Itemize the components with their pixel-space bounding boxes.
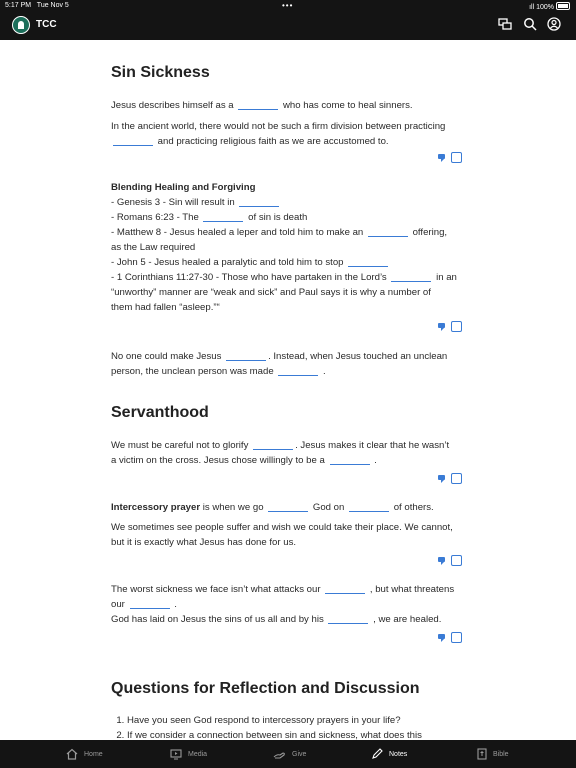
tab-bible[interactable]: Bible [477, 746, 509, 762]
checkbox-icon[interactable] [451, 473, 462, 484]
status-date: Tue Nov 5 [36, 2, 69, 9]
multitask-dots-icon[interactable]: ••• [282, 1, 293, 10]
tab-give[interactable]: Give [273, 746, 306, 762]
tab-bar: Home Media Give Notes Bible [0, 740, 576, 768]
note-actions [438, 632, 464, 646]
fill-blank[interactable] [391, 271, 432, 282]
section-title-questions: Questions for Reflection and Discussion [111, 680, 420, 697]
search-icon[interactable] [523, 17, 537, 31]
battery-percent: 100% [536, 4, 554, 11]
wifi-icon: ıll [529, 4, 535, 11]
home-icon [66, 748, 78, 760]
paragraph: Intercessory prayer is when we go God on… [111, 501, 434, 513]
comment-icon[interactable] [438, 154, 445, 162]
fill-blank[interactable] [268, 501, 309, 512]
bible-icon [477, 748, 487, 760]
status-time: 5:17 PM [5, 2, 32, 9]
comment-icon[interactable] [438, 634, 445, 642]
tab-notes[interactable]: Notes [371, 746, 407, 762]
paragraph: Jesus describes himself as a who has com… [111, 99, 413, 111]
fill-blank[interactable] [349, 501, 390, 512]
section-title-servanthood: Servanthood [111, 404, 209, 421]
note-actions [438, 555, 464, 569]
note-actions [438, 321, 464, 335]
status-bar: 5:17 PM Tue Nov 5 ••• ıll 100% [0, 0, 576, 12]
media-icon [170, 749, 182, 760]
tab-label: Notes [389, 750, 408, 758]
note-actions [438, 152, 464, 166]
list-item: If we consider a connection between sin … [127, 728, 467, 740]
scripture-list: - Genesis 3 - Sin will result in - Roman… [111, 196, 457, 313]
fill-blank[interactable] [348, 256, 389, 267]
paragraph: In the ancient world, there would not be… [111, 121, 446, 147]
app-title: TCC [36, 19, 57, 30]
chat-icon[interactable] [498, 17, 512, 31]
fill-blank[interactable] [328, 613, 369, 624]
tab-media[interactable]: Media [170, 746, 207, 762]
section-title-sin-sickness: Sin Sickness [111, 64, 210, 81]
church-logo[interactable] [12, 16, 30, 34]
tab-label: Media [188, 750, 208, 758]
checkbox-icon[interactable] [451, 321, 462, 332]
tab-home[interactable]: Home [66, 746, 103, 762]
fill-blank[interactable] [238, 99, 279, 110]
comment-icon[interactable] [438, 557, 445, 565]
fill-blank[interactable] [113, 135, 153, 146]
fill-blank[interactable] [325, 583, 366, 594]
notes-icon [372, 748, 383, 759]
comment-icon[interactable] [438, 323, 445, 331]
fill-blank[interactable] [239, 196, 280, 207]
fill-blank[interactable] [203, 211, 244, 222]
give-icon [273, 752, 285, 759]
paragraph: No one could make Jesus . Instead, when … [111, 350, 448, 377]
paragraph: We must be careful not to glorify . Jesu… [111, 439, 450, 466]
fill-blank[interactable] [129, 598, 170, 609]
note-actions [438, 473, 464, 487]
checkbox-icon[interactable] [451, 555, 462, 566]
fill-blank[interactable] [226, 350, 267, 361]
app-header: 5:17 PM Tue Nov 5 ••• ıll 100% TCC [0, 0, 576, 40]
fill-blank[interactable] [253, 439, 294, 450]
paragraph: The worst sickness we face isn’t what at… [111, 583, 455, 625]
list-item: Have you seen God respond to intercessor… [127, 713, 467, 728]
checkbox-icon[interactable] [451, 152, 462, 163]
fill-blank[interactable] [367, 226, 408, 237]
comment-icon[interactable] [438, 475, 445, 483]
tab-label: Give [292, 750, 307, 758]
battery-icon [556, 2, 570, 10]
notes-content[interactable]: Sin Sickness Jesus describes himself as … [0, 40, 576, 740]
fill-blank[interactable] [278, 365, 319, 376]
paragraph: We sometimes see people suffer and wish … [111, 522, 453, 548]
checkbox-icon[interactable] [451, 632, 462, 643]
profile-icon[interactable] [547, 17, 561, 31]
subheading: Blending Healing and Forgiving [111, 182, 256, 193]
fill-blank[interactable] [329, 454, 370, 465]
questions-list: Have you seen God respond to intercessor… [113, 713, 467, 740]
tab-label: Home [84, 750, 103, 758]
tab-label: Bible [493, 750, 509, 758]
